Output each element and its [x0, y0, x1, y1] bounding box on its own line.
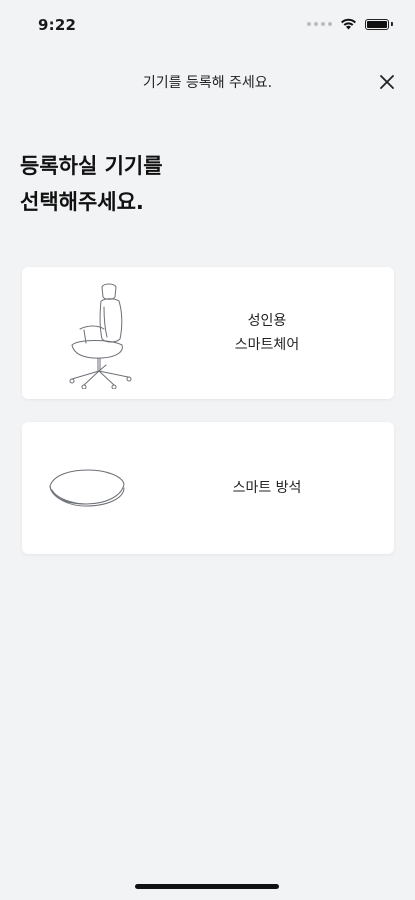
device-card-smart-chair[interactable]: 성인용 스마트체어 — [22, 267, 394, 399]
office-chair-icon — [44, 277, 144, 393]
seat-cushion-icon — [44, 464, 128, 514]
device-label-smart-chair: 성인용 스마트체어 — [234, 313, 300, 353]
device-card-smart-cushion[interactable]: 스마트 방석 — [22, 422, 394, 554]
header: 기기를 등록해 주세요. — [0, 60, 415, 104]
close-button[interactable] — [373, 68, 401, 96]
header-title: 기기를 등록해 주세요. — [142, 75, 273, 91]
status-time: 9:22 — [38, 16, 77, 34]
status-bar: 9:22 — [0, 0, 415, 54]
page-title: 등록하실 기기를 선택해주세요. — [20, 148, 380, 220]
page-title-line-2: 선택해주세요. — [20, 190, 144, 214]
battery-icon — [365, 18, 389, 30]
device-label-smart-cushion: 스마트 방석 — [232, 480, 302, 496]
close-icon — [380, 75, 394, 89]
signal-dots-icon — [307, 22, 332, 26]
status-icons — [307, 18, 393, 30]
page-title-line-1: 등록하실 기기를 — [20, 154, 163, 178]
home-indicator — [135, 884, 279, 889]
wifi-icon — [341, 18, 356, 30]
